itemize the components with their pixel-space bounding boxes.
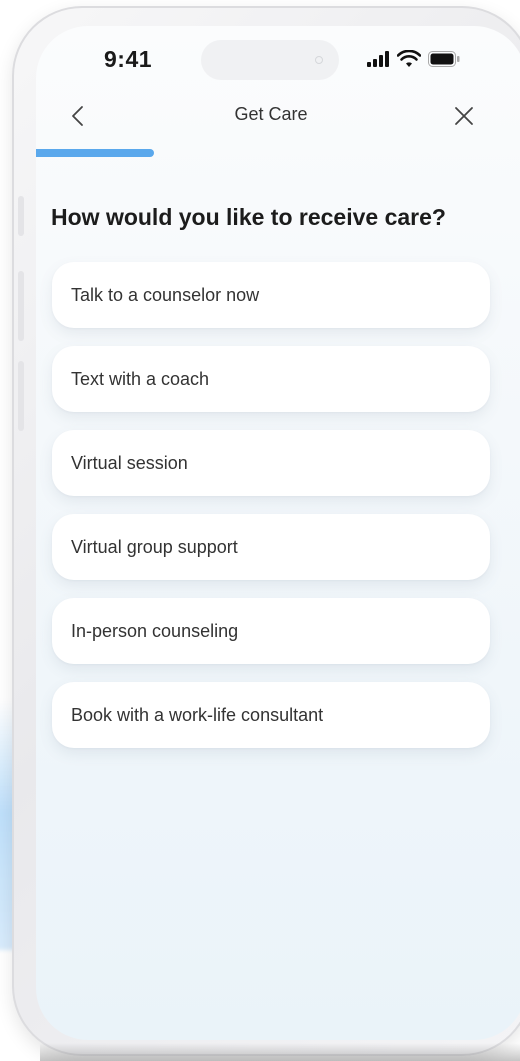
mute-switch (18, 196, 24, 236)
volume-down-button (18, 361, 24, 431)
volume-up-button (18, 271, 24, 341)
dynamic-island (201, 40, 339, 80)
option-text-with-coach[interactable]: Text with a coach (52, 346, 490, 412)
status-icons (366, 50, 460, 68)
progress-bar (36, 149, 506, 157)
progress-fill (36, 149, 154, 157)
status-bar: 9:41 (36, 26, 520, 96)
option-label: Book with a work-life consultant (71, 704, 324, 725)
wifi-icon (397, 50, 421, 67)
option-label: In-person counseling (71, 620, 239, 641)
option-label: Virtual group support (71, 536, 238, 557)
option-talk-to-counselor[interactable]: Talk to a counselor now (52, 262, 490, 328)
bottom-shadow (40, 1043, 520, 1061)
navigation-bar: Get Care (36, 96, 520, 136)
option-virtual-group-support[interactable]: Virtual group support (52, 514, 490, 580)
device-mockup: 9:41 Get Care How would you like to rece… (0, 0, 520, 1061)
app-screen: 9:41 Get Care How would you like to rece… (36, 26, 520, 1040)
status-time: 9:41 (104, 46, 153, 72)
page-title: Get Care (234, 104, 308, 124)
option-in-person-counseling[interactable]: In-person counseling (52, 598, 490, 664)
close-button[interactable] (450, 102, 478, 130)
option-label: Virtual session (71, 452, 188, 473)
option-label: Talk to a counselor now (71, 284, 260, 305)
option-work-life-consultant[interactable]: Book with a work-life consultant (52, 682, 490, 748)
camera-dot (315, 56, 323, 64)
close-icon (455, 107, 473, 125)
care-options-list: Talk to a counselor now Text with a coac… (52, 262, 490, 766)
signal-bars-icon (367, 51, 389, 67)
option-label: Text with a coach (71, 368, 210, 389)
battery-icon (428, 51, 460, 67)
option-virtual-session[interactable]: Virtual session (52, 430, 490, 496)
question-heading: How would you like to receive care? (51, 204, 446, 230)
